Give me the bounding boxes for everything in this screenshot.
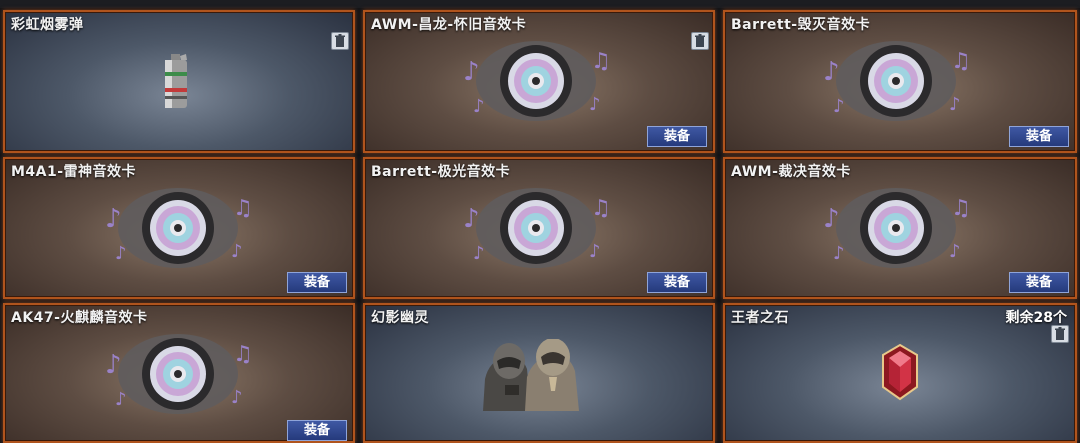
item-card-awm-judgment[interactable]: AWM-裁决音效卡 ♪ ♫ ♪ ♪ 装备 (723, 157, 1077, 299)
svg-text:♪: ♪ (463, 57, 480, 87)
svg-text:♪: ♪ (473, 96, 485, 117)
item-title: 幻影幽灵 (371, 310, 429, 326)
item-card-awm-changlong[interactable]: AWM-昌龙-怀旧音效卡 ♪ ♫ ♪ ♪ 装备 (363, 10, 715, 153)
item-title: AK47-火麒麟音效卡 (11, 310, 148, 326)
equip-button[interactable]: 装备 (1009, 126, 1069, 147)
item-card-m4a1-thor[interactable]: M4A1-雷神音效卡 ♪ ♫ ♪ ♪ 装备 (3, 157, 355, 299)
svg-text:♪: ♪ (833, 96, 845, 117)
item-card-barrett-aurora[interactable]: Barrett-极光音效卡 ♪ ♫ ♪ ♪ 装备 (363, 157, 715, 299)
item-card-barrett-destroy[interactable]: Barrett-毁灭音效卡 ♪ ♫ ♪ ♪ 装备 (723, 10, 1077, 153)
svg-text:♫: ♫ (951, 196, 971, 221)
top-strip (0, 0, 1080, 8)
svg-text:♫: ♫ (591, 196, 611, 221)
inventory-grid: 彩虹烟雾弹 AWM-昌龙-怀旧音效卡 ♪ ♫ ♪ ♪ 装备 Barrett-毁灭… (0, 0, 1080, 443)
equip-button[interactable]: 装备 (287, 420, 347, 441)
trash-icon[interactable] (331, 32, 349, 50)
item-title: M4A1-雷神音效卡 (11, 164, 137, 180)
svg-text:♪: ♪ (115, 389, 127, 410)
svg-text:♪: ♪ (231, 387, 243, 408)
svg-text:♪: ♪ (473, 243, 485, 264)
equip-button[interactable]: 装备 (287, 272, 347, 293)
equip-button[interactable]: 装备 (647, 272, 707, 293)
svg-text:♪: ♪ (115, 243, 127, 264)
equip-button[interactable]: 装备 (1009, 272, 1069, 293)
item-title: 彩虹烟雾弹 (11, 17, 84, 33)
svg-text:♪: ♪ (231, 241, 243, 262)
svg-text:♪: ♪ (589, 241, 601, 262)
sound-card-disc-icon: ♪ ♫ ♪ ♪ (821, 40, 971, 122)
svg-text:♪: ♪ (949, 94, 961, 115)
sound-card-disc-icon: ♪ ♫ ♪ ♪ (461, 187, 611, 269)
equip-button[interactable]: 装备 (647, 126, 707, 147)
svg-text:♪: ♪ (823, 57, 840, 87)
svg-text:♪: ♪ (833, 243, 845, 264)
svg-text:♪: ♪ (105, 350, 122, 380)
item-card-ak47-fire-qilin[interactable]: AK47-火麒麟音效卡 ♪ ♫ ♪ ♪ 装备 (3, 303, 355, 443)
sound-card-disc-icon: ♪ ♫ ♪ ♪ (103, 333, 253, 415)
sound-card-disc-icon: ♪ ♫ ♪ ♪ (821, 187, 971, 269)
item-title: Barrett-毁灭音效卡 (731, 17, 871, 33)
smoke-grenade-icon (161, 52, 191, 110)
svg-text:♫: ♫ (233, 342, 253, 367)
item-title: AWM-裁决音效卡 (731, 164, 851, 180)
svg-text:♫: ♫ (233, 196, 253, 221)
trash-icon[interactable] (1051, 325, 1069, 343)
phantom-ghost-characters-icon (475, 339, 605, 411)
svg-text:♪: ♪ (463, 204, 480, 234)
trash-icon[interactable] (691, 32, 709, 50)
item-card-phantom-ghost[interactable]: 幻影幽灵 (363, 303, 715, 443)
svg-text:♪: ♪ (949, 241, 961, 262)
svg-text:♪: ♪ (589, 94, 601, 115)
remaining-count: 剩余28个 (1005, 310, 1067, 326)
sound-card-disc-icon: ♪ ♫ ♪ ♪ (461, 40, 611, 122)
item-title: Barrett-极光音效卡 (371, 164, 511, 180)
kings-stone-gem-icon (877, 343, 923, 401)
item-title: 王者之石 (731, 310, 789, 326)
svg-text:♪: ♪ (105, 204, 122, 234)
item-title: AWM-昌龙-怀旧音效卡 (371, 17, 527, 33)
item-card-kings-stone[interactable]: 王者之石 剩余28个 (723, 303, 1077, 443)
svg-text:♪: ♪ (823, 204, 840, 234)
sound-card-disc-icon: ♪ ♫ ♪ ♪ (103, 187, 253, 269)
svg-text:♫: ♫ (591, 49, 611, 74)
svg-text:♫: ♫ (951, 49, 971, 74)
item-card-rainbow-smoke[interactable]: 彩虹烟雾弹 (3, 10, 355, 153)
